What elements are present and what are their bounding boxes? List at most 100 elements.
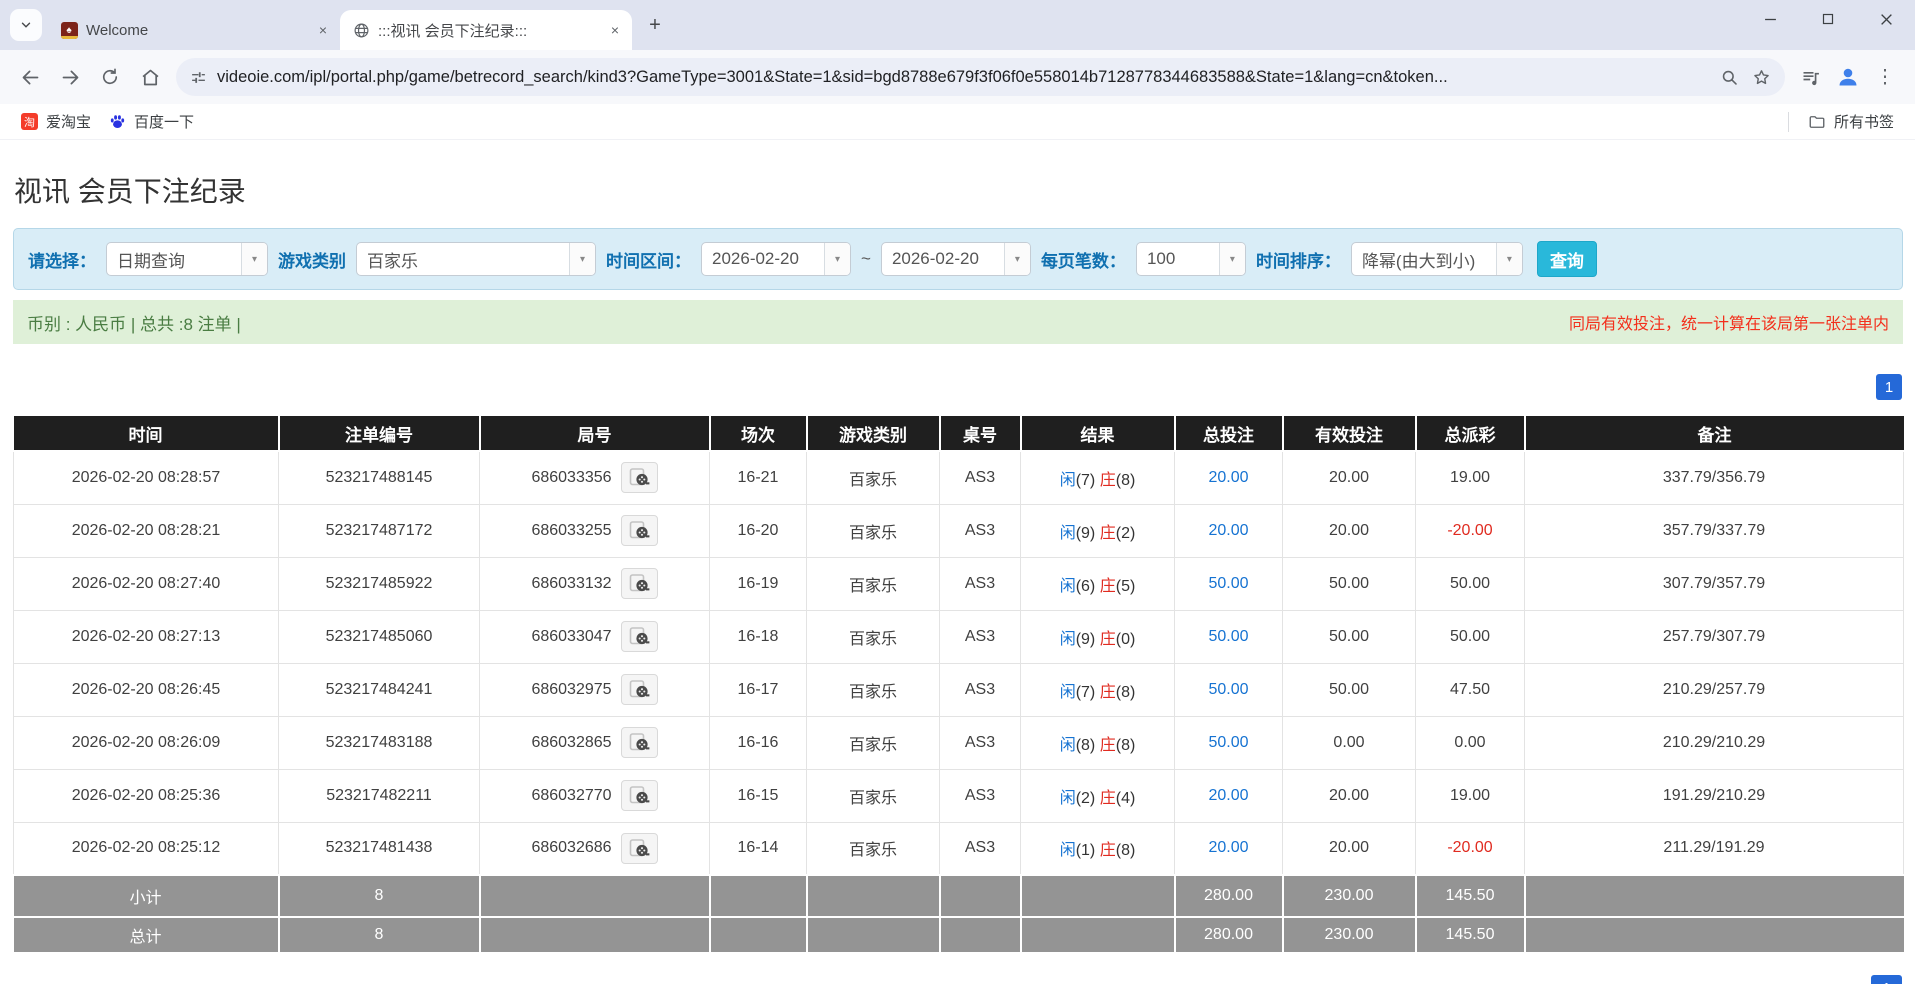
all-bookmarks-label: 所有书签: [1833, 114, 1894, 131]
pagination-top: 1: [13, 374, 1902, 400]
page-size-select[interactable]: 100 ▾: [1135, 242, 1246, 276]
close-tab-icon[interactable]: ×: [314, 21, 332, 39]
home-button[interactable]: [132, 59, 168, 95]
cell-table-no: AS3: [939, 556, 1021, 611]
table-row: 2026-02-20 08:25:36 523217482211 6860327…: [13, 768, 1904, 823]
video-replay-button[interactable]: [620, 727, 658, 758]
cell-game-type: 百家乐: [806, 503, 940, 558]
subtotal-count: 8: [277, 874, 481, 918]
back-button[interactable]: [12, 59, 48, 95]
tab-title: Welcome: [86, 21, 149, 39]
tab-welcome[interactable]: ♠ Welcome ×: [48, 10, 340, 50]
url-text[interactable]: videoie.com/ipl/portal.php/game/betrecor…: [217, 68, 1703, 87]
total-bet-link[interactable]: 50.00: [1208, 734, 1248, 751]
close-window-button[interactable]: [1857, 0, 1915, 38]
total-bet-link[interactable]: 50.00: [1208, 681, 1248, 698]
video-replay-button[interactable]: [620, 832, 658, 864]
total-bet-link[interactable]: 20.00: [1208, 787, 1248, 804]
game-type-label: 游戏类别: [278, 251, 346, 271]
minimize-button[interactable]: [1741, 0, 1799, 38]
total-bet-link[interactable]: 20.00: [1208, 839, 1248, 856]
cell-table-no: AS3: [939, 715, 1021, 770]
cell-table-no: AS3: [939, 503, 1021, 558]
video-replay-button[interactable]: [620, 462, 658, 494]
video-replay-button[interactable]: [620, 568, 658, 599]
cell-round-id: 686033255: [479, 503, 710, 558]
refresh-button[interactable]: [92, 59, 128, 95]
col-time: 时间: [13, 414, 280, 452]
bookmark-label: 百度一下: [134, 114, 195, 131]
maximize-button[interactable]: [1799, 0, 1857, 38]
cell-table-no: AS3: [939, 821, 1021, 876]
page-1-button[interactable]: 1: [1876, 374, 1902, 400]
total-count: 8: [277, 916, 481, 954]
cell-result: 闲(1) 庄(8): [1020, 821, 1175, 876]
tab-betrecord[interactable]: :::视讯 会员下注纪录::: ×: [340, 10, 632, 50]
table-row: 2026-02-20 08:25:12 523217481438 6860326…: [13, 821, 1904, 876]
browser-menu-icon[interactable]: ⋮: [1867, 59, 1903, 95]
tab-search-button[interactable]: [10, 9, 42, 41]
baidu-paw-icon: [109, 113, 126, 130]
total-bet-link[interactable]: 20.00: [1208, 469, 1248, 486]
bookmark-star-icon[interactable]: [1745, 61, 1777, 93]
subtotal-row: 小计 8 280.00 230.00 145.50: [13, 874, 1904, 918]
total-bet-link[interactable]: 50.00: [1208, 628, 1248, 645]
table-body: 2026-02-20 08:28:57 523217488145 6860333…: [13, 450, 1904, 876]
round-id-text: 686033356: [531, 468, 612, 486]
filter-bar: 请选择： 日期查询 ▾ 游戏类别 百家乐 ▾ 时间区间： 2026-02-20 …: [13, 228, 1903, 290]
cell-bet-id: 523217485060: [278, 609, 480, 664]
media-controls-icon[interactable]: [1793, 59, 1829, 95]
cell-round-id: 686033047: [479, 609, 710, 664]
cell-time: 2026-02-20 08:28:21: [13, 503, 279, 558]
video-replay-button[interactable]: [620, 674, 658, 705]
forward-button[interactable]: [52, 59, 88, 95]
dropdown-arrow-icon[interactable]: ▾: [241, 243, 267, 275]
total-bet-link[interactable]: 20.00: [1208, 522, 1248, 539]
cell-table-no: AS3: [939, 662, 1021, 717]
cell-table-no: AS3: [939, 450, 1021, 505]
cell-bet-id: 523217485922: [278, 556, 480, 611]
cell-table-no: AS3: [939, 768, 1021, 823]
all-bookmarks-button[interactable]: 所有书签: [1799, 107, 1903, 136]
video-replay-button[interactable]: [620, 621, 658, 652]
query-type-select[interactable]: 日期查询 ▾: [106, 242, 268, 276]
tab-title: :::视讯 会员下注纪录:::: [378, 22, 528, 40]
cell-note: 337.79/356.79: [1524, 450, 1904, 505]
dropdown-arrow-icon[interactable]: ▾: [1218, 243, 1245, 275]
date-from-select[interactable]: 2026-02-20 ▾: [701, 242, 851, 276]
zoom-icon[interactable]: [1713, 61, 1745, 93]
cell-note: 210.29/210.29: [1524, 715, 1904, 770]
page-size-label: 每页笔数：: [1040, 251, 1126, 271]
cell-payout: 19.00: [1415, 768, 1525, 823]
cell-round-id: 686032865: [479, 715, 710, 770]
date-to-select[interactable]: 2026-02-20 ▾: [880, 242, 1031, 276]
cell-bet-id: 523217481438: [278, 821, 480, 876]
dropdown-arrow-icon[interactable]: ▾: [569, 243, 595, 275]
game-type-select[interactable]: 百家乐 ▾: [356, 242, 596, 276]
bookmark-baidu[interactable]: 百度一下: [100, 107, 203, 136]
close-tab-icon[interactable]: ×: [606, 21, 624, 39]
search-button[interactable]: 查询: [1536, 241, 1597, 277]
video-replay-button[interactable]: [620, 515, 658, 546]
new-tab-button[interactable]: +: [640, 10, 670, 40]
sort-select[interactable]: 降幂(由大到小) ▾: [1350, 242, 1523, 276]
cell-total-bet: 20.00: [1174, 768, 1283, 823]
profile-avatar[interactable]: [1831, 60, 1865, 94]
cell-total-bet: 20.00: [1174, 503, 1283, 558]
round-id-text: 686032686: [531, 839, 612, 857]
dropdown-arrow-icon[interactable]: ▾: [824, 243, 850, 275]
cell-payout: -20.00: [1415, 821, 1525, 876]
cell-valid-bet: 20.00: [1282, 503, 1416, 558]
round-id-text: 686032865: [531, 733, 612, 751]
total-bet-link[interactable]: 50.00: [1208, 575, 1248, 592]
cell-session: 16-18: [709, 609, 807, 664]
cell-game-type: 百家乐: [806, 556, 940, 611]
cell-payout: 0.00: [1415, 715, 1525, 770]
site-settings-icon[interactable]: [190, 69, 207, 86]
bookmark-taobao[interactable]: 淘 爱淘宝: [12, 107, 100, 136]
page-1-button[interactable]: 1: [1871, 975, 1902, 984]
dropdown-arrow-icon[interactable]: ▾: [1495, 243, 1522, 275]
dropdown-arrow-icon[interactable]: ▾: [1003, 243, 1030, 275]
url-bar[interactable]: videoie.com/ipl/portal.php/game/betrecor…: [176, 58, 1785, 96]
video-replay-button[interactable]: [620, 780, 658, 811]
